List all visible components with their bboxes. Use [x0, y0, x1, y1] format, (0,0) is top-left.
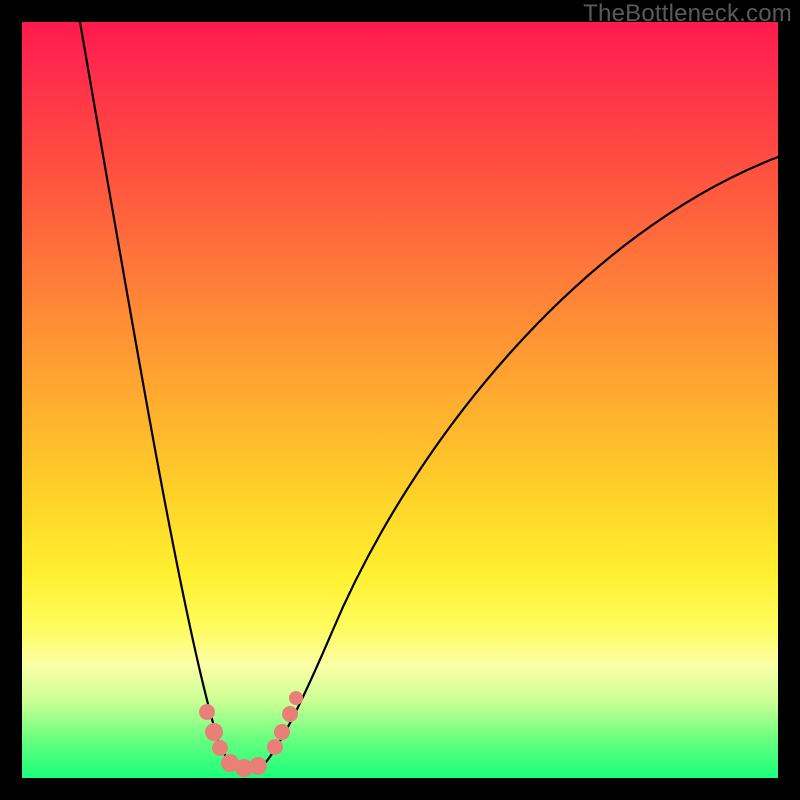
curve-group	[80, 22, 778, 769]
data-marker	[267, 739, 283, 755]
bottleneck-curve	[22, 22, 778, 778]
watermark-text: TheBottleneck.com	[583, 0, 792, 28]
marker-group	[199, 691, 303, 777]
data-marker	[249, 757, 267, 775]
data-marker	[205, 723, 223, 741]
data-marker	[199, 704, 215, 720]
chart-frame: TheBottleneck.com	[0, 0, 800, 800]
curve-right-branch	[266, 157, 778, 762]
data-marker	[212, 740, 228, 756]
data-marker	[274, 724, 290, 740]
data-marker	[282, 706, 298, 722]
data-marker	[289, 691, 303, 705]
curve-left-branch	[80, 22, 237, 767]
